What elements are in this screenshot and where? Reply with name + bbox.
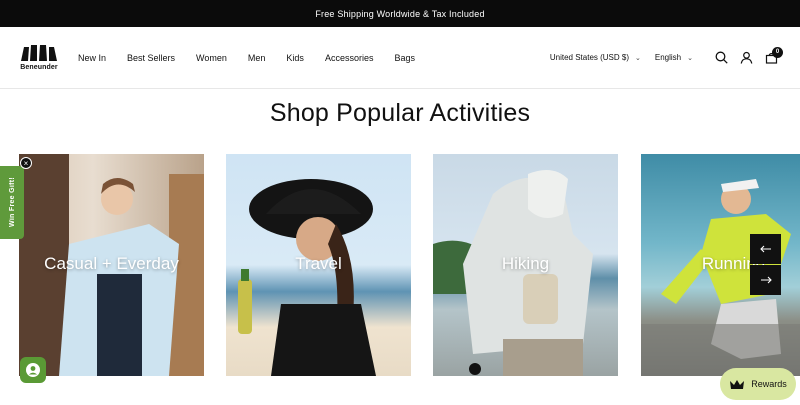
nav-item-kids[interactable]: Kids	[286, 53, 304, 63]
carousel-prev-button[interactable]	[750, 234, 781, 264]
crown-icon	[730, 379, 745, 389]
free-gift-close-button[interactable]: ×	[20, 157, 32, 169]
activity-label-hiking: Hiking	[501, 254, 550, 273]
account-button[interactable]	[735, 47, 757, 69]
main-nav: New In Best Sellers Women Men Kids Acces…	[78, 53, 436, 63]
search-icon	[715, 51, 728, 64]
logo[interactable]: Beneunder	[18, 44, 60, 71]
nav-item-best-sellers[interactable]: Best Sellers	[127, 53, 175, 63]
section-title: Shop Popular Activities	[269, 99, 531, 127]
search-button[interactable]	[710, 47, 732, 69]
account-icon	[740, 51, 752, 64]
country-selector-label: United States (USD $)	[549, 53, 629, 62]
chat-button[interactable]	[20, 357, 46, 383]
language-selector-label: English	[654, 53, 682, 62]
rewards-button[interactable]: Rewards	[720, 368, 796, 400]
arrow-right-icon	[760, 276, 772, 284]
chevron-down-icon: ⌄	[687, 54, 693, 62]
header-right: United States (USD $) ⌄ English ⌄ 0	[550, 46, 783, 69]
chevron-down-icon: ⌄	[635, 54, 641, 62]
nav-item-women[interactable]: Women	[196, 53, 227, 63]
activities-carousel: Casual + Everday Travel Hiking Running	[19, 154, 800, 377]
country-selector[interactable]: United States (USD $) ⌄	[550, 53, 641, 62]
activity-card-travel[interactable]: Travel	[226, 154, 411, 376]
logo-mark-icon	[21, 44, 57, 61]
nav-item-bags[interactable]: Bags	[394, 53, 415, 63]
site-header: Beneunder New In Best Sellers Women Men …	[0, 27, 800, 89]
nav-item-new-in[interactable]: New In	[78, 53, 106, 63]
free-gift-tab[interactable]: Win Free Gift!	[0, 166, 24, 239]
carousel-next-button[interactable]	[750, 265, 781, 295]
cart-count-badge: 0	[772, 46, 783, 58]
cart-button[interactable]: 0	[760, 46, 783, 69]
activity-card-casual[interactable]: Casual + Everday	[19, 154, 204, 376]
arrow-left-icon	[759, 245, 771, 253]
language-selector[interactable]: English ⌄	[655, 53, 693, 62]
rewards-label: Rewards	[751, 379, 787, 389]
nav-item-accessories[interactable]: Accessories	[325, 53, 374, 63]
close-icon: ×	[23, 158, 29, 168]
nav-item-men[interactable]: Men	[248, 53, 266, 63]
user-icon	[26, 363, 40, 377]
activity-label-casual: Casual + Everday	[44, 254, 179, 273]
logo-text: Beneunder	[20, 63, 58, 71]
activity-card-hiking[interactable]: Hiking	[433, 154, 618, 376]
announcement-bar: Free Shipping Worldwide & Tax Included	[0, 0, 800, 27]
announcement-text: Free Shipping Worldwide & Tax Included	[315, 8, 485, 19]
free-gift-tab-label: Win Free Gift!	[8, 177, 16, 228]
activity-label-travel: Travel	[295, 254, 342, 273]
